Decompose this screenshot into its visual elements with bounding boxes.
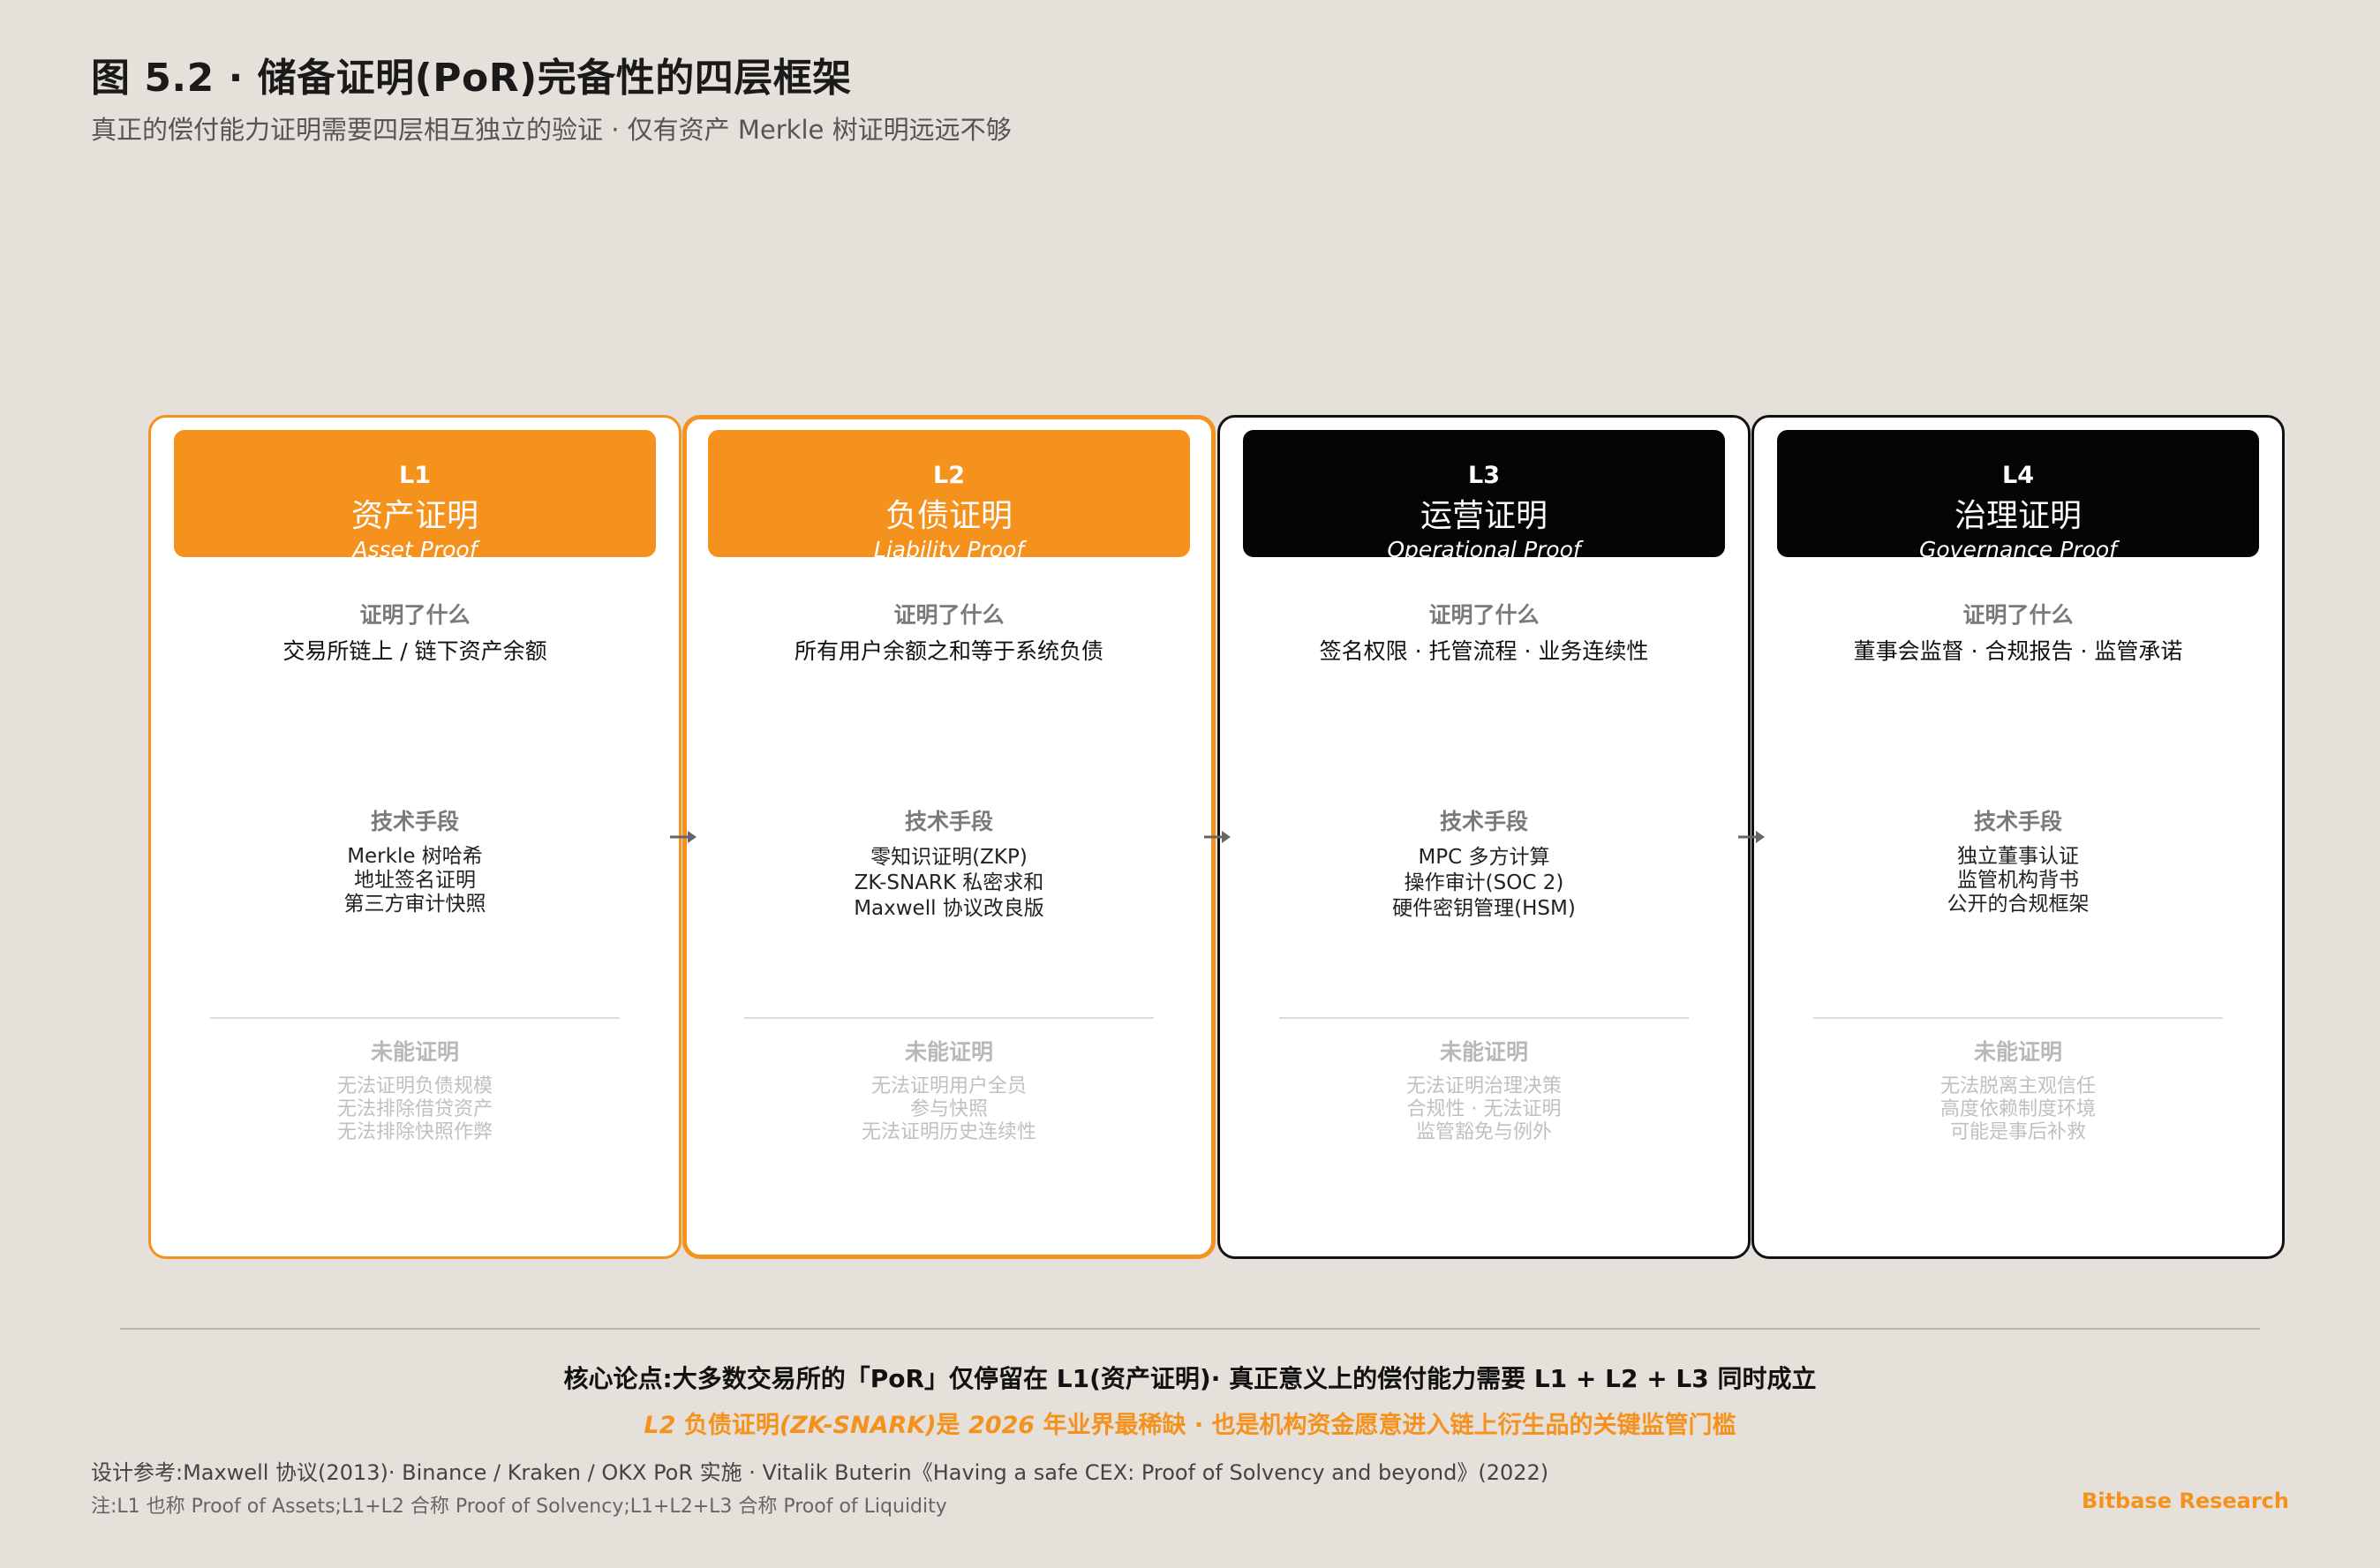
proves-label: 证明了什么 [893,602,1005,628]
cannot-item: 无法脱离主观信任 [1939,1075,2096,1097]
proves-value: 交易所链上 / 链下资产余额 [282,638,547,664]
proves-label: 证明了什么 [1962,602,2074,628]
layer-name-en: Governance Proof [1919,537,2117,562]
cannot-label: 未能证明 [904,1039,993,1065]
tech-item: 公开的合规框架 [1947,893,2090,916]
layer-name: 资产证明 [350,498,478,534]
proves-label: 证明了什么 [1428,602,1540,628]
cannot-section-l2: 未能证明 无法证明用户全员 参与快照 无法证明历史连续性 [682,1041,1216,1144]
cannot-item: 监管豁免与例外 [1415,1121,1552,1143]
footer-divider [120,1328,2260,1330]
proves-section-l1: 证明了什么 交易所链上 / 链下资产余额 [148,604,682,662]
layer-level: L4 [2002,462,2034,489]
tech-section-l2: 技术手段 零知识证明(ZKP) ZK-SNARK 私密求和 Maxwell 协议… [682,810,1216,922]
cannot-item: 合规性 · 无法证明 [1406,1098,1562,1120]
layer-header-l2: L2 负债证明 Liability Proof [708,430,1190,561]
brand-label: Bitbase Research [2082,1489,2289,1513]
layer-level: L1 [399,462,431,489]
tech-item: Merkle 树哈希 [347,845,483,868]
tech-item: 零知识证明(ZKP) [870,846,1028,869]
tech-label: 技术手段 [370,809,459,834]
tech-item: Maxwell 协议改良版 [854,897,1044,920]
layer-level: L3 [1468,462,1500,489]
cannot-item: 无法证明治理决策 [1405,1075,1562,1097]
tech-item: 第三方审计快照 [343,893,486,916]
cannot-label: 未能证明 [370,1039,459,1065]
arrow-right-icon [670,831,697,843]
tech-label: 技术手段 [1973,809,2062,834]
layer-name-en: Asset Proof [352,537,478,562]
proves-label: 证明了什么 [359,602,471,628]
section-divider [1813,1017,2223,1019]
section-divider [744,1017,1154,1019]
tech-label: 技术手段 [904,809,993,834]
layer-name-en: Liability Proof [873,537,1025,562]
cannot-section-l1: 未能证明 无法证明负债规模 无法排除借贷资产 无法排除快照作弊 [148,1041,682,1144]
figure-title: 图 5.2 · 储备证明(PoR)完备性的四层框架 [91,56,852,101]
footnote: 注:L1 也称 Proof of Assets;L1+L2 合称 Proof o… [91,1496,947,1518]
cannot-label: 未能证明 [1439,1039,1528,1065]
tech-label: 技术手段 [1439,809,1528,834]
cannot-label: 未能证明 [1973,1039,2062,1065]
tech-section-l1: 技术手段 Merkle 树哈希 地址签名证明 第三方审计快照 [148,810,682,916]
tech-item: 操作审计(SOC 2) [1404,871,1564,894]
layer-header-l3: L3 运营证明 Operational Proof [1243,430,1725,561]
cannot-section-l3: 未能证明 无法证明治理决策 合规性 · 无法证明 监管豁免与例外 [1217,1041,1751,1144]
tech-item: 地址签名证明 [354,869,476,892]
proves-value: 签名权限 · 托管流程 · 业务连续性 [1319,638,1649,664]
cannot-item: 可能是事后补救 [1949,1121,2086,1143]
layer-level: L2 [933,462,965,489]
cannot-item: 无法证明历史连续性 [861,1121,1036,1143]
layer-name-en: Operational Proof [1387,537,1581,562]
core-thesis: 核心论点:大多数交易所的「PoR」仅停留在 L1(资产证明)· 真正意义上的偿付… [563,1364,1817,1393]
layer-name: 运营证明 [1420,498,1548,534]
cannot-item: 无法证明负债规模 [336,1075,493,1097]
layer-header-l1: L1 资产证明 Asset Proof [174,430,656,561]
tech-item: 监管机构背书 [1957,869,2079,892]
layer-name: 负债证明 [885,498,1013,534]
cannot-item: 参与快照 [909,1098,988,1120]
proves-value: 所有用户余额之和等于系统负债 [794,638,1103,664]
proves-section-l3: 证明了什么 签名权限 · 托管流程 · 业务连续性 [1217,604,1751,662]
cannot-item: 无法排除借贷资产 [336,1098,493,1120]
proves-section-l4: 证明了什么 董事会监督 · 合规报告 · 监管承诺 [1751,604,2285,662]
tech-item: MPC 多方计算 [1418,846,1550,869]
arrow-right-icon [1738,831,1765,843]
design-reference: 设计参考:Maxwell 协议(2013)· Binance / Kraken … [91,1460,1549,1485]
tech-item: 硬件密钥管理(HSM) [1392,897,1576,920]
layer-header-l4: L4 治理证明 Governance Proof [1777,430,2259,561]
cannot-section-l4: 未能证明 无法脱离主观信任 高度依赖制度环境 可能是事后补救 [1751,1041,2285,1144]
arrow-right-icon [1204,831,1231,843]
figure-subtitle: 真正的偿付能力证明需要四层相互独立的验证 · 仅有资产 Merkle 树证明远远… [91,115,1012,145]
section-divider [1279,1017,1689,1019]
key-highlight: L2 负债证明(ZK-SNARK)是 2026 年业界最稀缺 · 也是机构资金愿… [644,1412,1736,1439]
tech-section-l4: 技术手段 独立董事认证 监管机构背书 公开的合规框架 [1751,810,2285,916]
cannot-item: 无法证明用户全员 [870,1075,1027,1097]
layer-name: 治理证明 [1954,498,2082,534]
cannot-item: 无法排除快照作弊 [336,1121,493,1143]
cannot-item: 高度依赖制度环境 [1939,1098,2096,1120]
section-divider [210,1017,620,1019]
tech-item: ZK-SNARK 私密求和 [854,871,1044,894]
proves-value: 董事会监督 · 合规报告 · 监管承诺 [1853,638,2183,664]
proves-section-l2: 证明了什么 所有用户余额之和等于系统负债 [682,604,1216,662]
tech-section-l3: 技术手段 MPC 多方计算 操作审计(SOC 2) 硬件密钥管理(HSM) [1217,810,1751,922]
tech-item: 独立董事认证 [1957,845,2079,868]
